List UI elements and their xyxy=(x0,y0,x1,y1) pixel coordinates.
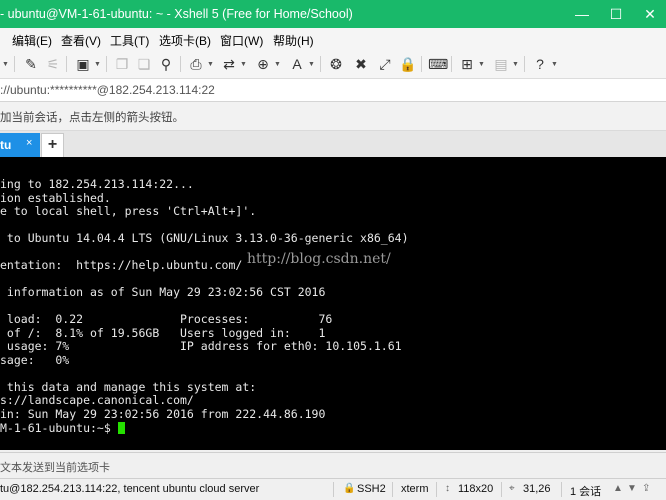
menu-edit[interactable]: 编辑(E) xyxy=(12,32,52,49)
terminal-cursor xyxy=(117,422,125,434)
fullscreen-icon[interactable]: ⤢ xyxy=(376,55,394,73)
address-bar[interactable]: ://ubuntu:**********@182.254.213.114:22 xyxy=(0,79,666,102)
disconnect-icon[interactable]: ⚟ xyxy=(44,55,62,73)
status-bar: tu@182.254.213.114:22, tencent ubuntu cl… xyxy=(0,479,666,500)
status-separator xyxy=(561,482,562,497)
terminal-line: s://landscape.canonical.com/ xyxy=(0,393,194,407)
terminal-line: ing to 182.254.213.114:22... xyxy=(0,177,194,191)
new-tab-window-icon[interactable]: ⊞ xyxy=(458,55,476,73)
xftp-icon[interactable]: ❂ xyxy=(327,55,345,73)
dropdown-arrow-icon[interactable]: ▼ xyxy=(551,61,558,68)
tab-close-icon[interactable]: × xyxy=(26,137,32,149)
title-bar: - ubuntu@VM-1-61-ubuntu: ~ - Xshell 5 (F… xyxy=(0,0,666,28)
copy-icon[interactable]: ❐ xyxy=(113,55,131,73)
terminal-line: information as of Sun May 29 23:02:56 CS… xyxy=(0,285,326,299)
terminal-size-icon: ↕ xyxy=(445,483,450,494)
status-connection: tu@182.254.213.114:22, tencent ubuntu cl… xyxy=(0,483,260,495)
watermark-text: http://blog.csdn.net/ xyxy=(247,251,391,267)
dropdown-arrow-icon[interactable]: ▼ xyxy=(274,61,281,68)
close-button[interactable]: ✕ xyxy=(634,0,666,28)
terminal-line: of /: 8.1% of 19.56GB Users logged in: 1 xyxy=(0,326,326,340)
tab-label: tu xyxy=(0,138,12,152)
compose-placeholder[interactable]: 文本发送到当前选项卡 xyxy=(0,459,110,475)
menu-help[interactable]: 帮助(H) xyxy=(273,32,314,49)
terminal-line: e to local shell, press 'Ctrl+Alt+]'. xyxy=(0,204,257,218)
toolbar: ▼ ✎ ⚟ ▣ ▼ ❐ ❏ ⚲ ⎙ ▼ ⇄ ▼ ⊕ ▼ A ▼ ❂ ✖ ⤢ 🔒 … xyxy=(0,50,666,79)
paste-icon[interactable]: ❏ xyxy=(135,55,153,73)
secure-lock-icon: 🔒 xyxy=(343,483,356,494)
status-separator xyxy=(392,482,393,497)
cursor-position-icon: ⌖ xyxy=(509,483,515,494)
terminal-prompt-line[interactable]: M-1-61-ubuntu:~$ xyxy=(0,421,125,435)
terminal-line: in: Sun May 29 23:02:56 2016 from 222.44… xyxy=(0,407,326,421)
menu-window[interactable]: 窗口(W) xyxy=(220,32,263,49)
new-tab-button[interactable]: + xyxy=(41,133,64,158)
menu-bar: 编辑(E) 查看(V) 工具(T) 选项卡(B) 窗口(W) 帮助(H) xyxy=(0,28,666,50)
search-icon[interactable]: ⚲ xyxy=(157,55,175,73)
minimize-icon: — xyxy=(575,6,589,22)
status-protocol: SSH2 xyxy=(357,483,386,495)
transfer-icon[interactable]: ⇄ xyxy=(220,55,238,73)
menu-tools[interactable]: 工具(T) xyxy=(110,32,149,49)
toolbar-separator xyxy=(66,56,67,72)
dropdown-arrow-icon[interactable]: ▼ xyxy=(240,61,247,68)
toolbar-separator xyxy=(14,56,15,72)
close-icon: ✕ xyxy=(644,6,656,22)
caps-lock-indicator-icon: ⇪ xyxy=(642,483,651,494)
toolbar-separator xyxy=(320,56,321,72)
dropdown-arrow-icon[interactable]: ▼ xyxy=(2,61,9,68)
menu-view[interactable]: 查看(V) xyxy=(61,32,101,49)
menu-tab[interactable]: 选项卡(B) xyxy=(159,32,211,49)
tab-session[interactable]: tu × xyxy=(0,133,40,157)
status-separator xyxy=(436,482,437,497)
dropdown-arrow-icon[interactable]: ▼ xyxy=(207,61,214,68)
status-size: 118x20 xyxy=(458,483,494,495)
scroll-down-icon[interactable]: ▼ xyxy=(627,483,637,494)
xmanager-icon[interactable]: ✖ xyxy=(352,55,370,73)
toolbar-separator xyxy=(524,56,525,72)
layout-icon[interactable]: ▤ xyxy=(492,55,510,73)
new-session-icon[interactable]: ▣ xyxy=(74,55,92,73)
terminal-line: sage: 0% xyxy=(0,353,70,367)
toolbar-separator xyxy=(180,56,181,72)
dropdown-arrow-icon[interactable]: ▼ xyxy=(94,61,101,68)
maximize-button[interactable]: ☐ xyxy=(600,0,632,28)
toolbar-separator xyxy=(451,56,452,72)
globe-icon[interactable]: ⊕ xyxy=(254,55,272,73)
minimize-button[interactable]: — xyxy=(566,0,598,28)
edit-properties-icon[interactable]: ✎ xyxy=(22,55,40,73)
status-separator xyxy=(333,482,334,497)
font-icon[interactable]: A xyxy=(288,55,306,73)
address-value[interactable]: ://ubuntu:**********@182.254.213.114:22 xyxy=(0,83,215,97)
help-icon[interactable]: ? xyxy=(531,55,549,73)
terminal-line: to Ubuntu 14.04.4 LTS (GNU/Linux 3.13.0-… xyxy=(0,231,409,245)
dropdown-arrow-icon[interactable]: ▼ xyxy=(478,61,485,68)
terminal-line: this data and manage this system at: xyxy=(0,380,257,394)
lock-icon[interactable]: 🔒 xyxy=(399,55,417,73)
print-icon[interactable]: ⎙ xyxy=(187,55,205,73)
scroll-up-icon[interactable]: ▲ xyxy=(613,483,623,494)
window-title: - ubuntu@VM-1-61-ubuntu: ~ - Xshell 5 (F… xyxy=(0,7,353,21)
status-terminal-type: xterm xyxy=(401,483,429,495)
toolbar-separator xyxy=(106,56,107,72)
status-cursor-position: 31,26 xyxy=(523,483,551,495)
session-hint-bar: 加当前会话，点击左侧的箭头按钮。 xyxy=(0,102,666,131)
terminal-line: usage: 7% IP address for eth0: 10.105.1.… xyxy=(0,339,402,353)
terminal-line: entation: https://help.ubuntu.com/ xyxy=(0,258,243,272)
terminal-prompt: M-1-61-ubuntu:~$ xyxy=(0,421,118,435)
tab-bar: tu × + xyxy=(0,131,666,158)
terminal-area[interactable]: ing to 182.254.213.114:22... ion establi… xyxy=(0,157,666,450)
terminal-line: load: 0.22 Processes: 76 xyxy=(0,312,333,326)
dropdown-arrow-icon[interactable]: ▼ xyxy=(308,61,315,68)
terminal-line: ion established. xyxy=(0,191,111,205)
toolbar-separator xyxy=(421,56,422,72)
status-separator xyxy=(501,482,502,497)
session-hint-text: 加当前会话，点击左侧的箭头按钮。 xyxy=(0,112,184,124)
compose-bar[interactable]: 文本发送到当前选项卡 xyxy=(0,452,666,479)
keyboard-icon[interactable]: ⌨ xyxy=(428,55,448,73)
dropdown-arrow-icon[interactable]: ▼ xyxy=(512,61,519,68)
maximize-icon: ☐ xyxy=(609,6,623,22)
status-sessions: 1 会话 xyxy=(570,486,602,498)
